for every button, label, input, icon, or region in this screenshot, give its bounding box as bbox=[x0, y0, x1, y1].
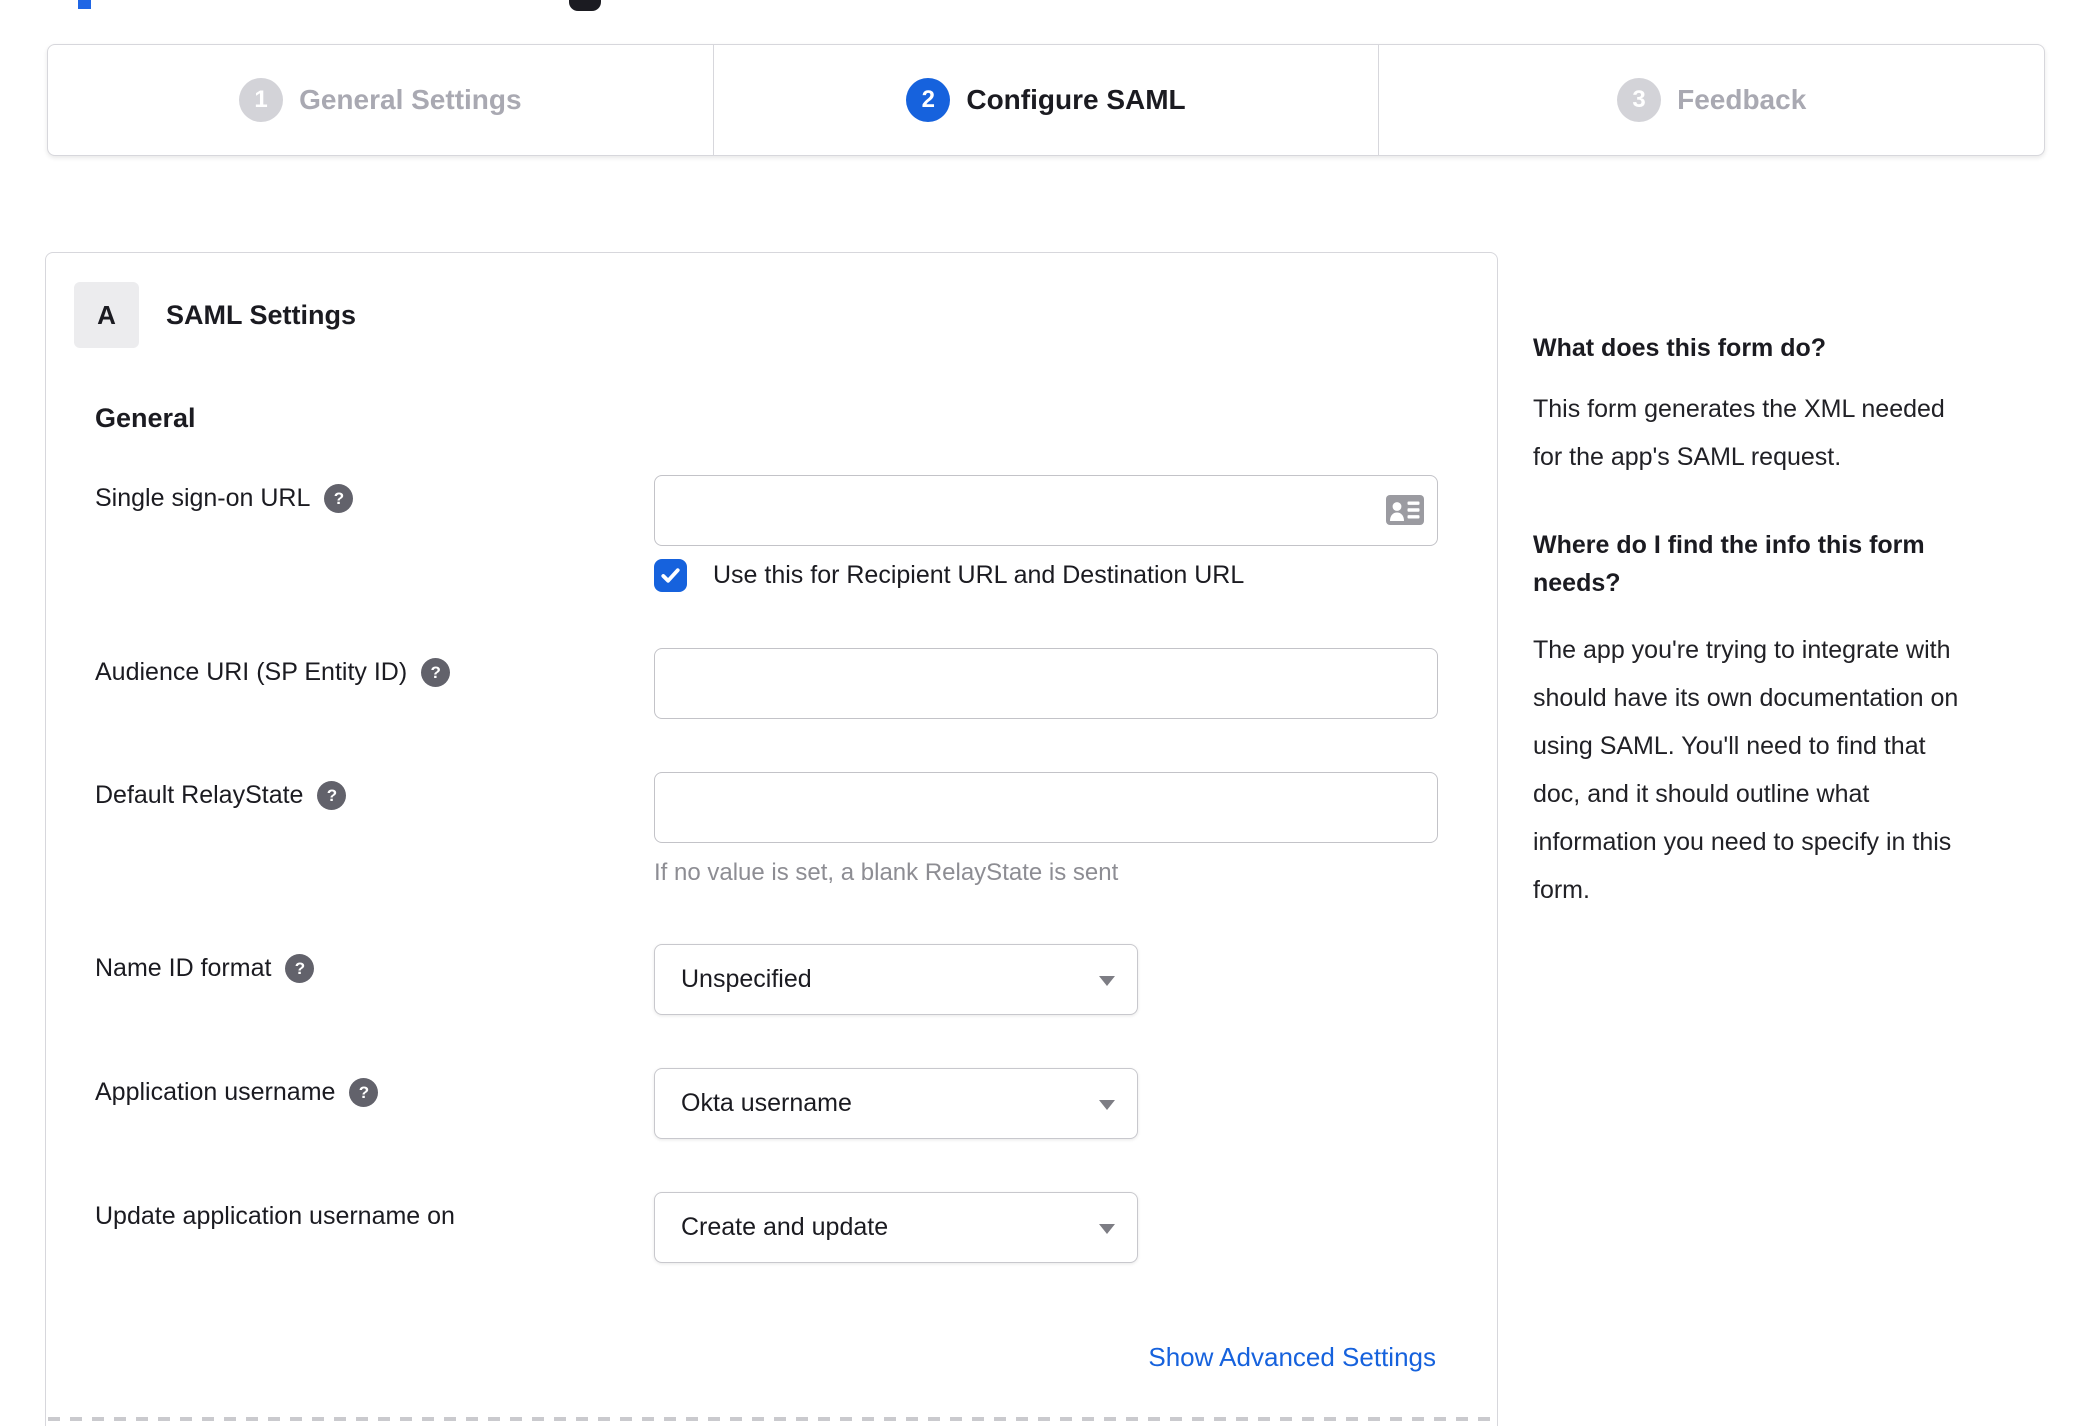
step-feedback[interactable]: 3 Feedback bbox=[1379, 45, 2044, 155]
sso-url-label-row: Single sign-on URL ? bbox=[95, 484, 354, 513]
panel-title: SAML Settings bbox=[166, 299, 357, 330]
audience-uri-label-row: Audience URI (SP Entity ID) ? bbox=[95, 658, 451, 687]
step-label: Feedback bbox=[1677, 84, 1807, 115]
recipient-url-checkbox-label: Use this for Recipient URL and Destinati… bbox=[713, 561, 1245, 589]
relaystate-input[interactable] bbox=[654, 772, 1438, 843]
update-username-label-row: Update application username on bbox=[95, 1202, 455, 1231]
step-number-badge: 3 bbox=[1617, 78, 1662, 122]
name-id-format-select[interactable]: Unspecified bbox=[654, 944, 1138, 1015]
application-username-select[interactable]: Okta username bbox=[654, 1068, 1138, 1139]
application-username-value: Okta username bbox=[681, 1089, 852, 1117]
sidebar-heading-where: Where do I find the info this form needs… bbox=[1533, 531, 1925, 597]
audience-uri-label: Audience URI (SP Entity ID) bbox=[95, 658, 408, 686]
chevron-down-icon bbox=[1099, 976, 1115, 986]
help-icon[interactable]: ? bbox=[317, 781, 347, 810]
recipient-url-checkbox-row: Use this for Recipient URL and Destinati… bbox=[654, 559, 1244, 592]
update-username-label: Update application username on bbox=[95, 1202, 455, 1230]
contact-card-icon[interactable] bbox=[1386, 495, 1424, 525]
show-advanced-settings-link[interactable]: Show Advanced Settings bbox=[1148, 1342, 1436, 1373]
relaystate-label: Default RelayState bbox=[95, 781, 304, 809]
name-id-format-label: Name ID format bbox=[95, 954, 272, 982]
checkmark-icon bbox=[661, 568, 680, 583]
section-dashed-divider bbox=[48, 1417, 1497, 1421]
sidebar-body-where: The app you're trying to integrate with … bbox=[1533, 636, 1959, 904]
step-general-settings[interactable]: 1 General Settings bbox=[48, 45, 714, 155]
sso-url-label: Single sign-on URL bbox=[95, 484, 311, 512]
update-username-select[interactable]: Create and update bbox=[654, 1192, 1138, 1263]
audience-uri-input-wrap bbox=[654, 648, 1438, 719]
saml-setup-screen: 1 General Settings 2 Configure SAML 3 Fe… bbox=[0, 0, 2092, 1426]
sidebar-body-what: This form generates the XML needed for t… bbox=[1533, 395, 1945, 471]
relaystate-hint: If no value is set, a blank RelayState i… bbox=[654, 859, 1119, 886]
section-a-badge: A bbox=[74, 282, 139, 348]
cutoff-header-icon-fragment bbox=[569, 0, 601, 11]
help-icon[interactable]: ? bbox=[285, 954, 315, 983]
use-for-recipient-url-checkbox[interactable] bbox=[654, 559, 687, 592]
wizard-stepper: 1 General Settings 2 Configure SAML 3 Fe… bbox=[47, 44, 2045, 156]
help-icon[interactable]: ? bbox=[324, 484, 354, 513]
general-group-heading: General bbox=[95, 403, 196, 433]
chevron-down-icon bbox=[1099, 1100, 1115, 1110]
name-id-format-value: Unspecified bbox=[681, 965, 812, 993]
relaystate-input-wrap bbox=[654, 772, 1438, 843]
audience-uri-input[interactable] bbox=[654, 648, 1438, 719]
sso-url-input[interactable] bbox=[654, 475, 1438, 546]
step-configure-saml[interactable]: 2 Configure SAML bbox=[714, 45, 1380, 155]
step-label: General Settings bbox=[299, 84, 522, 115]
chevron-down-icon bbox=[1099, 1224, 1115, 1234]
application-username-label-row: Application username ? bbox=[95, 1078, 379, 1107]
application-username-label: Application username bbox=[95, 1078, 336, 1106]
help-icon[interactable]: ? bbox=[421, 658, 451, 687]
help-icon[interactable]: ? bbox=[349, 1078, 379, 1107]
sidebar-heading-what: What does this form do? bbox=[1533, 334, 1827, 362]
sso-url-input-wrap bbox=[654, 475, 1438, 546]
relaystate-label-row: Default RelayState ? bbox=[95, 781, 347, 810]
panel-header: A SAML Settings bbox=[74, 282, 356, 348]
name-id-format-label-row: Name ID format ? bbox=[95, 954, 315, 983]
step-number-badge: 2 bbox=[906, 78, 951, 122]
update-username-value: Create and update bbox=[681, 1213, 889, 1241]
step-number-badge: 1 bbox=[239, 78, 284, 122]
cutoff-logo-fragment bbox=[78, 0, 91, 9]
step-label: Configure SAML bbox=[966, 84, 1186, 115]
saml-settings-panel: A SAML Settings General Single sign-on U… bbox=[45, 252, 1498, 1426]
